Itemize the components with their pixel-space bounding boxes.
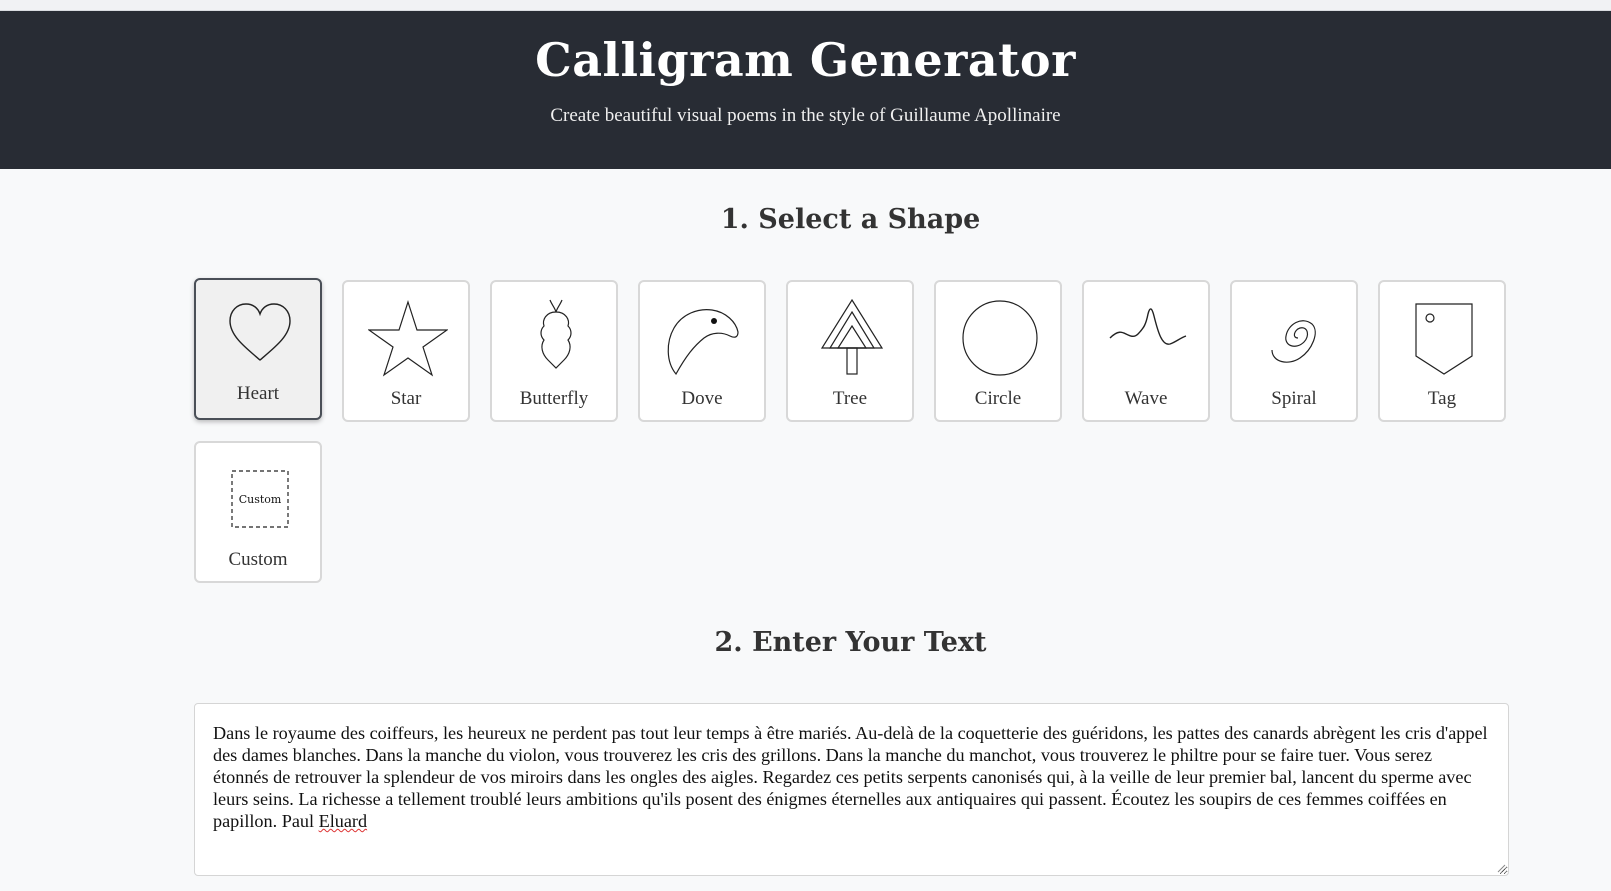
shape-label: Heart <box>236 383 280 404</box>
shape-option-custom[interactable]: Custom Custom <box>194 441 322 583</box>
butterfly-icon <box>540 299 572 369</box>
select-shape-heading: 1. Select a Shape <box>720 204 981 235</box>
custom-icon-text: Custom <box>239 493 282 506</box>
browser-top-strip <box>0 0 1611 11</box>
shape-option-tag[interactable]: Tag <box>1378 280 1506 422</box>
shape-option-heart[interactable]: Heart <box>194 278 322 420</box>
wave-icon <box>1109 308 1187 345</box>
poem-text: Dans le royaume des coiffeurs, les heure… <box>213 723 1488 831</box>
shape-option-star[interactable]: Star <box>342 280 470 422</box>
poem-textarea[interactable]: Dans le royaume des coiffeurs, les heure… <box>194 703 1509 876</box>
shape-label: Wave <box>1124 388 1168 409</box>
shape-label: Star <box>390 388 422 409</box>
shape-option-circle[interactable]: Circle <box>934 280 1062 422</box>
tag-icon <box>1415 303 1473 375</box>
circle-icon <box>962 300 1038 376</box>
shape-label: Dove <box>681 388 723 409</box>
shape-option-butterfly[interactable]: Butterfly <box>490 280 618 422</box>
star-icon <box>368 300 448 377</box>
heart-icon <box>229 303 291 361</box>
shape-label: Spiral <box>1271 388 1317 409</box>
custom-icon: Custom <box>231 470 289 528</box>
resize-grip-icon[interactable] <box>1496 863 1506 873</box>
misspelled-word: Eluard <box>318 811 368 831</box>
app-title: Calligram Generator <box>535 33 1076 87</box>
enter-text-heading: 2. Enter Your Text <box>714 627 987 658</box>
shape-label: Tag <box>1427 388 1457 409</box>
shape-label: Tree <box>832 388 868 409</box>
shape-label: Butterfly <box>519 388 589 409</box>
tree-icon <box>820 298 884 375</box>
app-header: Calligram Generator Create beautiful vis… <box>0 11 1611 169</box>
shape-option-dove[interactable]: Dove <box>638 280 766 422</box>
shape-label: Circle <box>974 388 1022 409</box>
dove-icon <box>667 309 739 376</box>
shape-label: Custom <box>228 549 288 570</box>
shape-option-spiral[interactable]: Spiral <box>1230 280 1358 422</box>
spiral-icon <box>1271 320 1316 363</box>
shape-option-tree[interactable]: Tree <box>786 280 914 422</box>
app-subtitle: Create beautiful visual poems in the sty… <box>550 105 1061 126</box>
shape-option-wave[interactable]: Wave <box>1082 280 1210 422</box>
